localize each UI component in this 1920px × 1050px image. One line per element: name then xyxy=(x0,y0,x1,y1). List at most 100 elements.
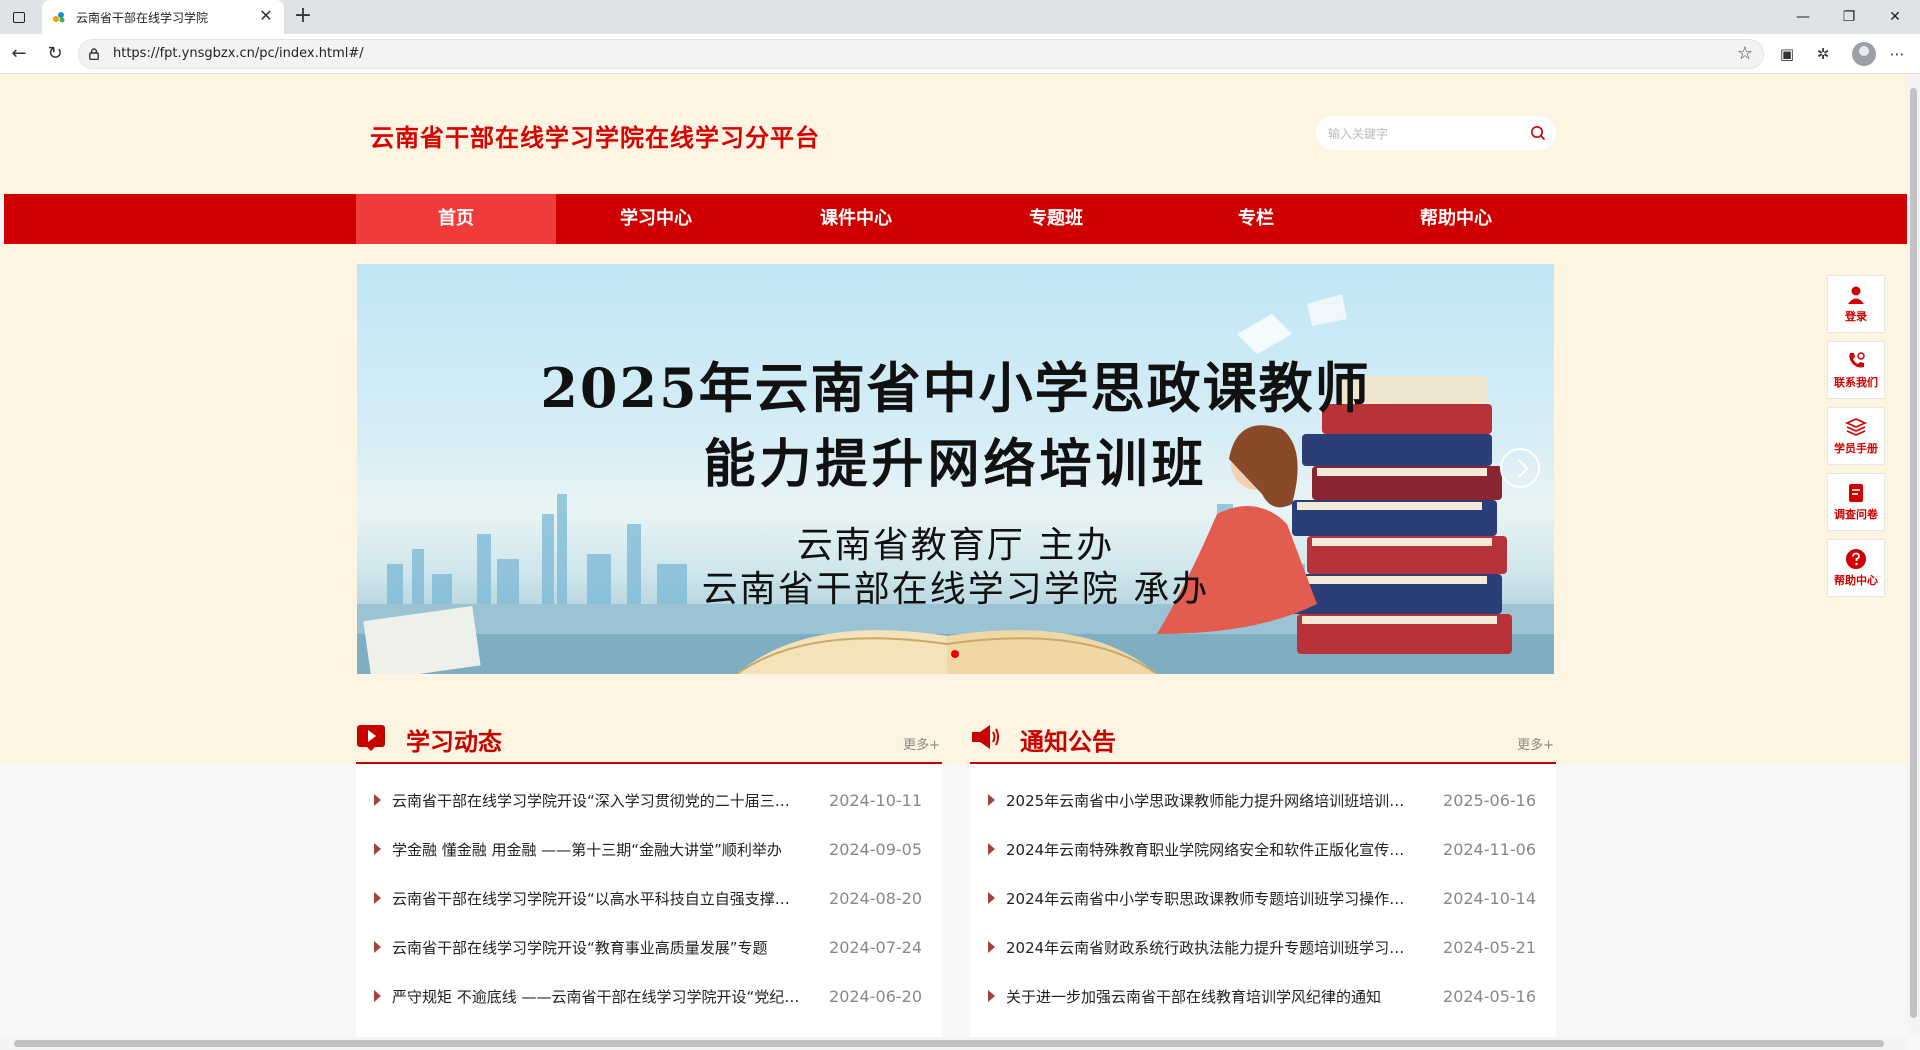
news-date: 2024-09-05 xyxy=(829,840,922,859)
bullet-triangle-icon xyxy=(988,990,995,1002)
vertical-scrollbar-thumb[interactable] xyxy=(1910,88,1917,1018)
minimize-button[interactable]: — xyxy=(1780,0,1826,34)
nav-home[interactable]: 首页 xyxy=(356,194,556,244)
favorite-star-icon[interactable]: ☆ xyxy=(1737,43,1753,64)
nav-column[interactable]: 专栏 xyxy=(1156,194,1356,244)
sidebar-help[interactable]: 帮助中心 xyxy=(1827,539,1885,597)
list-item[interactable]: 2024年云南省中小学专职思政课教师专题培训班学习操作指南 2024-10-14 xyxy=(970,872,1556,921)
tab-close-icon[interactable]: ✕ xyxy=(256,6,276,26)
sidebar-contact[interactable]: 联系我们 xyxy=(1827,341,1885,399)
list-item[interactable]: 学金融 懂金融 用金融 ——第十三期“金融大讲堂”顺利举办 2024-09-05 xyxy=(356,823,942,872)
vertical-scrollbar[interactable] xyxy=(1907,74,1920,1037)
list-item[interactable]: 2024年云南特殊教育职业学院网络安全和软件正版化宣传培训通知 2024-11-… xyxy=(970,823,1556,872)
page-viewport: 云南省干部在线学习学院在线学习分平台 首页 学习中心 课件中心 专题班 专栏 帮… xyxy=(0,74,1907,1037)
help-icon xyxy=(1846,549,1866,569)
browser-tab[interactable]: 云南省干部在线学习学院 ✕ xyxy=(42,0,284,34)
study-news-more-link[interactable]: 更多+ xyxy=(903,734,940,753)
sidebar-help-label: 帮助中心 xyxy=(1834,574,1878,587)
notices-section: 通知公告 更多+ 2025年云南省中小学思政课教师能力提升网络培训班培训通知 2… xyxy=(970,714,1556,1037)
bullet-triangle-icon xyxy=(988,892,995,904)
video-play-icon xyxy=(357,725,385,751)
url-field[interactable]: https://fpt.ynsgbzx.cn/pc/index.html#/ ☆ xyxy=(78,39,1764,69)
floating-sidebar: 登录 联系我们 学员手册 调查问卷 帮助中心 xyxy=(1827,275,1887,605)
sidebar-survey-label: 调查问卷 xyxy=(1834,508,1878,521)
list-item[interactable]: 2025年云南省中小学思政课教师能力提升网络培训班培训通知 2025-06-16 xyxy=(970,774,1556,823)
notice-title[interactable]: 2025年云南省中小学思政课教师能力提升网络培训班培训通知 xyxy=(1006,790,1416,811)
banner-carousel[interactable]: 2025年云南省中小学思政课教师 能力提升网络培训班 云南省教育厅 主办 云南省… xyxy=(357,264,1554,674)
notices-header: 通知公告 更多+ xyxy=(970,714,1556,764)
book-stack-icon xyxy=(1845,418,1867,436)
notice-title[interactable]: 2024年云南省财政系统行政执法能力提升专题培训班学习通知 xyxy=(1006,937,1416,958)
user-icon xyxy=(1848,286,1864,304)
collections-icon[interactable]: ▣ xyxy=(1774,41,1800,67)
search-icon[interactable] xyxy=(1530,125,1546,141)
notice-date: 2024-10-14 xyxy=(1443,889,1536,908)
notice-date: 2024-05-16 xyxy=(1443,987,1536,1006)
carousel-next-button[interactable] xyxy=(1500,448,1540,488)
extensions-icon[interactable]: ✲ xyxy=(1810,41,1836,67)
restore-button[interactable]: ❐ xyxy=(1826,0,1872,34)
carousel-dot-active[interactable] xyxy=(951,650,959,658)
search-box xyxy=(1316,116,1556,150)
more-menu-icon[interactable]: ⋯ xyxy=(1884,41,1910,67)
banner-headline: 2025年云南省中小学思政课教师 xyxy=(540,356,1371,420)
site-header: 云南省干部在线学习学院在线学习分平台 xyxy=(0,74,1907,194)
banner-undertaker: 云南省干部在线学习学院 承办 xyxy=(701,569,1210,610)
back-button[interactable]: ← xyxy=(6,41,32,67)
tab-actions-icon[interactable] xyxy=(8,6,30,28)
site-info-icon[interactable] xyxy=(89,48,99,60)
new-tab-button[interactable]: + xyxy=(290,4,316,30)
news-title[interactable]: 云南省干部在线学习学院开设“教育事业高质量发展”专题 xyxy=(392,937,802,958)
notice-title[interactable]: 2024年云南省中小学专职思政课教师专题培训班学习操作指南 xyxy=(1006,888,1416,909)
news-date: 2024-06-20 xyxy=(829,987,922,1006)
window-close-button[interactable]: ✕ xyxy=(1872,0,1918,34)
notice-title[interactable]: 关于进一步加强云南省干部在线教育培训学风纪律的通知 xyxy=(1006,986,1416,1007)
nav-courseware-center[interactable]: 课件中心 xyxy=(756,194,956,244)
site-title[interactable]: 云南省干部在线学习学院在线学习分平台 xyxy=(370,118,820,153)
study-news-section: 学习动态 更多+ 云南省干部在线学习学院开设“深入学习贯彻党的二十届三中全会精神… xyxy=(356,714,942,1037)
horizontal-scrollbar[interactable] xyxy=(0,1037,1907,1050)
bullet-triangle-icon xyxy=(988,794,995,806)
nav-special-class[interactable]: 专题班 xyxy=(956,194,1156,244)
phone-icon xyxy=(1849,352,1865,368)
browser-tab-bar: 云南省干部在线学习学院 ✕ + — ❐ ✕ xyxy=(0,0,1920,34)
reload-button[interactable]: ↻ xyxy=(42,41,68,67)
sidebar-login-label: 登录 xyxy=(1845,310,1867,323)
notice-date: 2024-05-21 xyxy=(1443,938,1536,957)
search-input[interactable] xyxy=(1326,123,1520,145)
notices-list: 2025年云南省中小学思政课教师能力提升网络培训班培训通知 2025-06-16… xyxy=(970,764,1556,1037)
sidebar-survey[interactable]: 调查问卷 xyxy=(1827,473,1885,531)
list-item[interactable]: 2024年云南省财政系统行政执法能力提升专题培训班学习通知 2024-05-21 xyxy=(970,921,1556,970)
sidebar-contact-label: 联系我们 xyxy=(1834,376,1878,389)
bullet-triangle-icon xyxy=(988,941,995,953)
tab-title: 云南省干部在线学习学院 xyxy=(76,11,209,25)
bullet-triangle-icon xyxy=(374,843,381,855)
list-item[interactable]: 严守规矩 不逾底线 ——云南省干部在线学习学院开设“党纪学习教育”专题 2024… xyxy=(356,970,942,1019)
nav-study-center[interactable]: 学习中心 xyxy=(556,194,756,244)
notices-more-link[interactable]: 更多+ xyxy=(1517,734,1554,753)
news-title[interactable]: 云南省干部在线学习学院开设“以高水平科技自立自强支撑引领高质量发展”专题 xyxy=(392,888,802,909)
news-date: 2024-10-11 xyxy=(829,791,922,810)
news-title[interactable]: 学金融 懂金融 用金融 ——第十三期“金融大讲堂”顺利举办 xyxy=(392,839,802,860)
notice-title[interactable]: 2024年云南特殊教育职业学院网络安全和软件正版化宣传培训通知 xyxy=(1006,839,1416,860)
nav-help-center[interactable]: 帮助中心 xyxy=(1356,194,1556,244)
bullet-triangle-icon xyxy=(988,843,995,855)
news-title[interactable]: 严守规矩 不逾底线 ——云南省干部在线学习学院开设“党纪学习教育”专题 xyxy=(392,986,802,1007)
sidebar-handbook[interactable]: 学员手册 xyxy=(1827,407,1885,465)
sidebar-login[interactable]: 登录 xyxy=(1827,275,1885,333)
list-item[interactable]: 云南省干部在线学习学院开设“教育事业高质量发展”专题 2024-07-24 xyxy=(356,921,942,970)
notices-title: 通知公告 xyxy=(1020,728,1116,756)
horizontal-scrollbar-thumb[interactable] xyxy=(14,1040,1884,1047)
list-item[interactable]: 云南省干部在线学习学院开设“深入学习贯彻党的二十届三中全会精神”专题 2024-… xyxy=(356,774,942,823)
address-bar: ← ↻ https://fpt.ynsgbzx.cn/pc/index.html… xyxy=(0,34,1920,74)
url-text: https://fpt.ynsgbzx.cn/pc/index.html#/ xyxy=(113,46,364,61)
bullet-triangle-icon xyxy=(374,941,381,953)
news-title[interactable]: 云南省干部在线学习学院开设“深入学习贯彻党的二十届三中全会精神”专题 xyxy=(392,790,802,811)
list-item[interactable]: 云南省干部在线学习学院开设“以高水平科技自立自强支撑引领高质量发展”专题 202… xyxy=(356,872,942,921)
news-date: 2024-07-24 xyxy=(829,938,922,957)
megaphone-icon xyxy=(972,725,999,749)
profile-avatar-icon[interactable] xyxy=(1852,42,1876,66)
notice-date: 2025-06-16 xyxy=(1443,791,1536,810)
list-item[interactable]: 关于进一步加强云南省干部在线教育培训学风纪律的通知 2024-05-16 xyxy=(970,970,1556,1019)
news-date: 2024-08-20 xyxy=(829,889,922,908)
